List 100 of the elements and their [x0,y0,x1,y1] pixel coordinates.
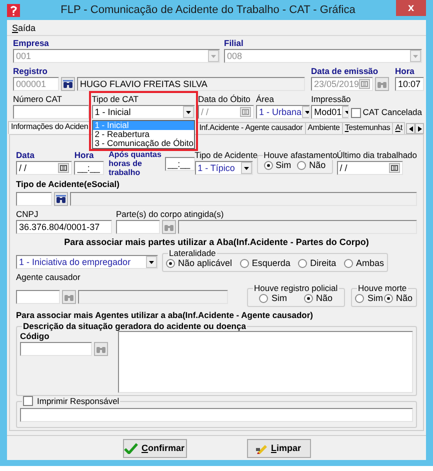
field-label: Data de emissão [311,66,380,77]
radio-button[interactable] [384,294,393,303]
checkbox[interactable] [350,108,361,118]
group-title: Lateralidade [168,248,217,258]
group-title: Houve morte [357,283,408,293]
radio-label: Ambas [356,258,384,269]
dropdown-arrow-icon [211,54,216,58]
radio-button[interactable] [259,294,268,303]
checkbox-label: Imprimir Responsável [37,396,120,406]
calendar-button[interactable] [58,163,69,173]
description-field[interactable] [178,220,417,234]
code-field[interactable] [16,192,52,206]
date-field[interactable]: / / [198,105,254,119]
print-model-combo[interactable]: Mod01 [311,105,350,119]
field-label: Área [256,94,275,105]
scroll-left-button[interactable] [406,123,415,134]
window-title: FLP - Comunicação de Acidente do Trabalho - CAT - Gráfica [60,4,356,16]
dropdown-arrow-icon [304,110,309,114]
time-field[interactable]: 10:07 [395,77,424,91]
group-title: Descrição da situação geradora do acidente ou doença [22,321,247,331]
dropdown-arrow-icon [344,110,348,114]
close-button[interactable]: x [396,0,426,16]
code-field[interactable] [20,342,92,356]
tab[interactable]: Informações do Aciden [8,121,92,134]
date-field[interactable]: / / [336,161,403,175]
radio-button[interactable] [240,259,249,268]
field-label: Hora [395,66,416,77]
field-label: Registro [13,66,48,77]
cat-type-combo[interactable]: 1 - Inicial [92,105,195,119]
time-field[interactable]: __:__ [74,161,104,175]
calendar-button[interactable] [388,163,400,173]
radio-button[interactable] [166,259,175,268]
tab[interactable]: Testemunhas [342,122,394,134]
eraser-icon [256,442,268,454]
radio-button[interactable] [304,294,313,303]
field-label: Hora [74,150,95,161]
scroll-right-button[interactable] [415,123,424,134]
radio-button[interactable] [298,259,308,268]
binoculars-icon [96,345,106,353]
responsible-field[interactable] [20,408,413,422]
description-field[interactable] [70,192,417,206]
dropdown-arrow-icon [186,110,191,114]
confirm-button[interactable]: Confirmar [122,438,186,458]
app-icon [7,4,20,16]
radio-button[interactable] [355,294,364,303]
dropdown-option[interactable]: 3 - Comunicação de Óbito [92,139,194,148]
field-label: CNPJ [16,209,40,220]
radio-label: Não [316,293,332,304]
description-field[interactable] [78,290,228,304]
field-label: Data do Óbito [198,94,252,105]
radio-label: Sim [276,160,292,171]
binoculars-icon [64,293,74,301]
field-label: Parte(s) do corpo atingida(s) [116,209,225,220]
field-label: Número CAT [13,94,63,105]
radio-button[interactable] [264,161,273,170]
area-combo[interactable]: 1 - Urbana [256,105,310,119]
menu-item[interactable]: Saída [11,23,37,32]
radio-label: Não [309,160,326,171]
field-label: Filial [224,38,244,49]
binoculars-icon [63,80,73,88]
right-arrow-icon [418,126,422,132]
radio-label: Não aplicável [178,258,232,269]
binoculars-icon [377,80,387,88]
accident-type-combo[interactable]: 1 - Típico [194,161,253,175]
radio-label: Sim [271,293,287,304]
search-button[interactable] [61,77,75,91]
radio-label: Esquerda [252,258,290,269]
cnpj-field[interactable]: 36.376.804/0001-37 [16,220,112,234]
tab[interactable]: At [392,122,406,134]
code-field[interactable] [16,290,60,304]
time-field[interactable]: __:__ [164,156,195,170]
left-arrow-icon [408,126,412,132]
field-label: Tipo de CAT [92,94,140,105]
dropdown-option[interactable]: 2 - Reabertura [92,130,194,139]
radio-button[interactable] [297,161,306,170]
date-field[interactable]: / / [16,161,72,175]
radio-label: Direita [310,258,336,269]
checkbox-label: CAT Cancelada [362,107,422,118]
group-title: Houve registro policial [253,283,339,293]
code-field[interactable] [116,220,160,234]
initiative-combo[interactable]: 1 - Iniciativa do empregador [16,255,158,269]
tab[interactable]: Inf.Acidente - Agente causador [196,122,306,134]
field-label: Impressão [311,94,351,105]
group-title: Houve afastamento [262,150,338,160]
cat-number-field[interactable] [13,105,89,119]
field-label: Data [16,150,36,161]
field-label: Após quantas horas de trabalho [108,150,162,177]
clear-button[interactable]: Limpar [246,438,310,458]
field-label: Tipo de Acidente [194,150,257,161]
dropdown-arrow-icon [244,166,249,170]
checkmark-icon [124,442,138,454]
radio-button[interactable] [344,259,353,268]
dropdown-arrow-icon [149,260,154,264]
hint-text: Para associar mais partes utilizar a Aba(Inf.Acidente - Partes do Corpo) [64,237,369,247]
checkbox[interactable] [23,396,33,406]
search-button[interactable] [54,192,68,206]
field-label: Empresa [13,38,50,49]
hint-text: Para associar mais Agentes utilizar a aba(Inf.Acidente - Agente causador) [16,310,314,321]
field-label: Último dia trabalhado [336,150,418,161]
dropdown-arrow-icon [413,54,418,58]
